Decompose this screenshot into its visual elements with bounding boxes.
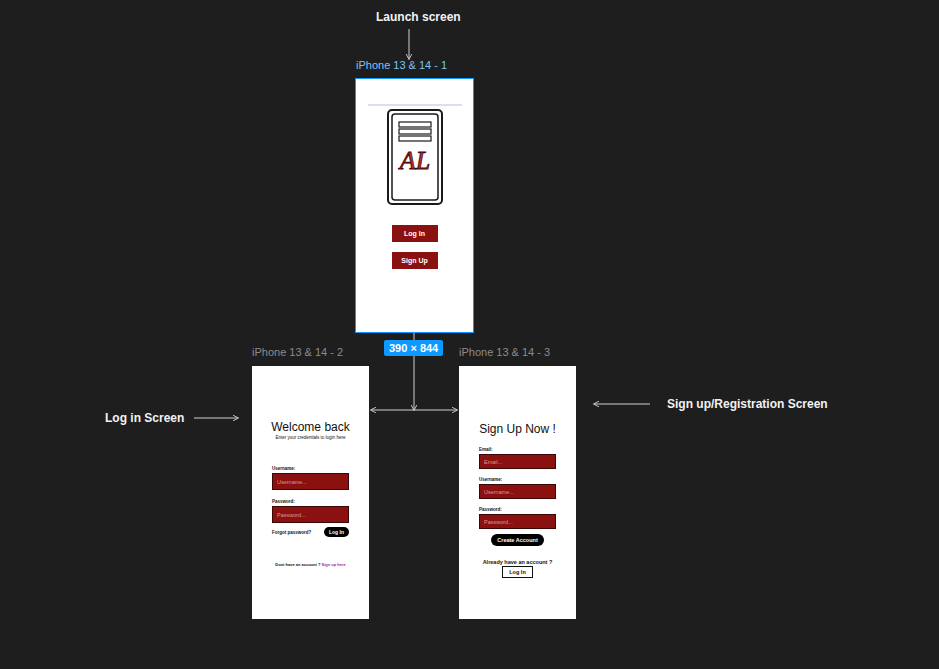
divider <box>368 104 462 106</box>
login-annotation: Log in Screen <box>105 411 184 425</box>
login-frame[interactable]: Welcome backEnter your credentials to lo… <box>252 366 369 619</box>
field-label: Email: <box>479 447 556 453</box>
field-label: Username: <box>479 477 556 483</box>
field-label: Password: <box>479 507 556 513</box>
design-canvas: Launch screen Log in Screen Sign up/Regist… <box>0 0 939 669</box>
signup-frame[interactable]: Sign Up Now ! Email:Email... Username:User… <box>459 366 576 619</box>
frame-label[interactable]: iPhone 13 & 14 - 2 <box>252 346 343 358</box>
create-account-button[interactable]: Create Account <box>491 534 543 546</box>
signup-annotation: Sign up/Registration Screen <box>667 397 828 411</box>
frame-label[interactable]: iPhone 13 & 14 - 3 <box>459 346 550 358</box>
login-button[interactable]: Log In <box>502 566 533 578</box>
text-field[interactable]: Password... <box>272 506 349 523</box>
login-button[interactable]: Log In <box>324 527 349 537</box>
size-badge: 390 × 844 <box>384 340 443 356</box>
field-label: Password: <box>272 499 349 505</box>
launch-button[interactable]: Sign Up <box>392 252 438 269</box>
login-title: Welcome back <box>271 420 349 434</box>
field-label: Username: <box>272 466 349 472</box>
text-field[interactable]: Username... <box>479 484 556 499</box>
locker-logo-icon: AL <box>387 109 443 205</box>
launch-frame[interactable]: AL Log In Sign Up <box>356 79 473 332</box>
login-subtitle: Enter your credentials to login here <box>276 435 346 441</box>
login-prompt: Already have an account ? <box>483 559 553 565</box>
signup-title: Sign Up Now ! <box>479 422 556 436</box>
forgot-password-link[interactable]: Forgot password? <box>272 530 311 535</box>
launch-annotation: Launch screen <box>376 10 461 24</box>
signup-link[interactable]: Sign up here <box>322 562 346 567</box>
signup-prompt: Dont have an account ? Sign up here <box>275 562 345 567</box>
launch-button[interactable]: Log In <box>392 225 438 242</box>
text-field[interactable]: Email... <box>479 454 556 469</box>
svg-text:AL: AL <box>397 146 429 175</box>
frame-label[interactable]: iPhone 13 & 14 - 1 <box>356 59 447 71</box>
text-field[interactable]: Username... <box>272 473 349 490</box>
text-field[interactable]: Password... <box>479 514 556 529</box>
